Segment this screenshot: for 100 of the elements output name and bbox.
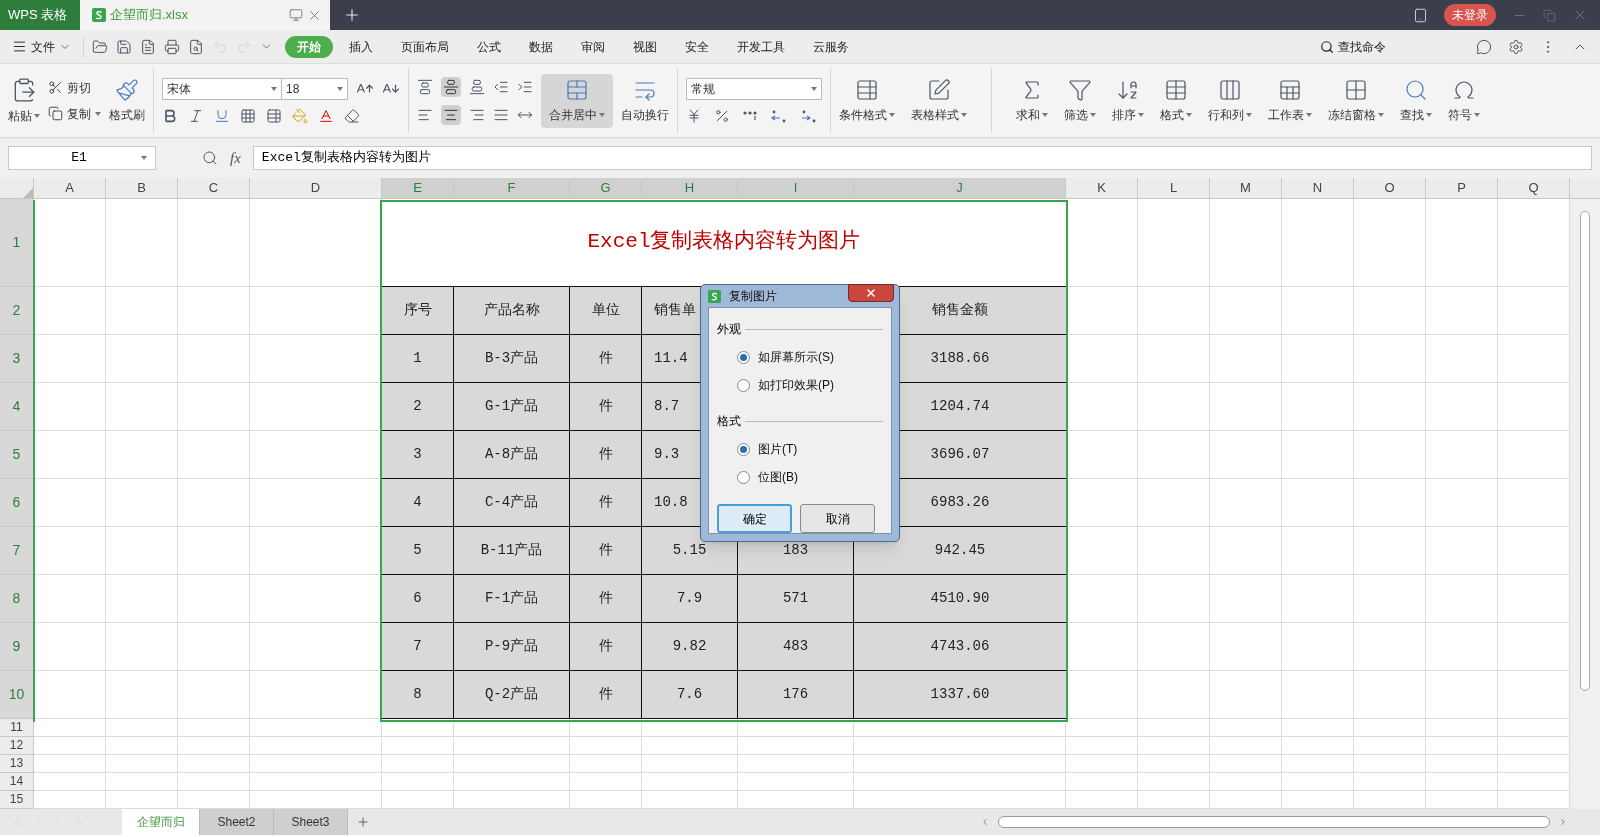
- toolbar-button[interactable]: 表格样式: [911, 77, 967, 124]
- font-color-icon[interactable]: [318, 107, 334, 124]
- align-center-icon[interactable]: [441, 104, 461, 125]
- bold-icon[interactable]: [162, 107, 178, 124]
- column-header[interactable]: A: [65, 178, 74, 198]
- radio-label[interactable]: 位图(B): [758, 468, 798, 486]
- wrap-text-button[interactable]: 自动换行: [621, 77, 669, 124]
- ribbon-tab[interactable]: 数据: [517, 35, 565, 58]
- row-header[interactable]: 1: [12, 231, 21, 253]
- underline-icon[interactable]: [214, 107, 230, 124]
- app-tab[interactable]: WPS 表格: [0, 0, 80, 30]
- login-button[interactable]: 未登录: [1444, 4, 1496, 26]
- file-menu[interactable]: 文件: [12, 37, 79, 56]
- column-header[interactable]: K: [1097, 178, 1106, 198]
- pdf-icon[interactable]: [140, 38, 156, 55]
- row-header[interactable]: 3: [12, 347, 21, 369]
- close-button[interactable]: [848, 284, 894, 302]
- sheet-tab[interactable]: Sheet3: [274, 809, 348, 835]
- paste-button[interactable]: 粘贴: [8, 76, 40, 125]
- radio-label[interactable]: 图片(T): [758, 440, 798, 458]
- toolbar-button[interactable]: 排序: [1112, 77, 1144, 124]
- column-header[interactable]: B: [137, 178, 146, 198]
- font-size-field[interactable]: 18: [282, 77, 348, 100]
- column-header[interactable]: N: [1312, 178, 1323, 198]
- ribbon-tab[interactable]: 开发工具: [725, 35, 797, 58]
- ribbon-tab[interactable]: 安全: [673, 35, 721, 58]
- column-header[interactable]: L: [1169, 178, 1178, 198]
- align-bottom-icon[interactable]: [469, 78, 485, 95]
- ribbon-tab[interactable]: 审阅: [569, 35, 617, 58]
- column-header[interactable]: D: [310, 178, 321, 198]
- monitor-icon[interactable]: [289, 8, 303, 22]
- ribbon-tab[interactable]: 视图: [621, 35, 669, 58]
- toolbar-button[interactable]: 冻结窗格: [1328, 77, 1384, 124]
- toolbar-button[interactable]: 条件格式: [839, 77, 895, 124]
- cell-style-icon[interactable]: [266, 107, 282, 124]
- row-header[interactable]: 4: [12, 395, 21, 417]
- radio-label[interactable]: 如屏幕所示(S): [758, 348, 834, 366]
- scrollbar-thumb[interactable]: [998, 816, 1550, 828]
- column-header[interactable]: Q: [1528, 178, 1539, 198]
- currency-icon[interactable]: [686, 107, 702, 124]
- row-header[interactable]: 2: [12, 299, 21, 321]
- format-painter-button[interactable]: 格式刷: [109, 77, 145, 124]
- print-icon[interactable]: [164, 38, 180, 55]
- row-header[interactable]: 5: [12, 443, 21, 465]
- italic-icon[interactable]: [188, 107, 204, 124]
- settings-icon[interactable]: [1508, 38, 1524, 55]
- cancel-button[interactable]: 取消: [800, 504, 875, 533]
- copy-button[interactable]: 复制: [48, 104, 101, 123]
- row-header[interactable]: 7: [12, 539, 21, 561]
- toolbar-button[interactable]: 查找: [1400, 77, 1432, 124]
- radio-label[interactable]: 如打印效果(P): [758, 376, 834, 394]
- column-header[interactable]: C: [208, 178, 219, 198]
- column-header[interactable]: P: [1457, 178, 1466, 198]
- ribbon-tab[interactable]: 云服务: [801, 35, 861, 58]
- function-label[interactable]: fx: [230, 146, 241, 170]
- align-top-icon[interactable]: [417, 78, 433, 95]
- row-header[interactable]: 6: [12, 491, 21, 513]
- eraser-icon[interactable]: [344, 107, 360, 124]
- vertical-scrollbar[interactable]: [1570, 198, 1600, 809]
- zoom-icon[interactable]: [202, 150, 218, 166]
- radio-button[interactable]: [737, 350, 750, 364]
- scrollbar-thumb[interactable]: [1580, 210, 1590, 691]
- toolbar-button[interactable]: 格式: [1160, 77, 1192, 124]
- ok-button[interactable]: 确定: [717, 504, 792, 533]
- chat-icon[interactable]: [1476, 38, 1492, 55]
- toolbar-button[interactable]: 工作表: [1268, 77, 1312, 124]
- cut-button[interactable]: 剪切: [48, 78, 101, 97]
- toolbar-button[interactable]: 行和列: [1208, 77, 1252, 124]
- print-preview-icon[interactable]: [188, 38, 204, 55]
- row-header[interactable]: 8: [12, 587, 21, 609]
- toolbar-button[interactable]: 求和: [1016, 77, 1048, 124]
- border-icon[interactable]: [240, 107, 256, 124]
- name-box[interactable]: E1: [8, 146, 156, 170]
- number-format-field[interactable]: 常规: [686, 77, 822, 100]
- radio-button[interactable]: [737, 470, 750, 484]
- toolbar-button[interactable]: 筛选: [1064, 77, 1096, 124]
- radio-button[interactable]: [737, 442, 750, 456]
- column-header[interactable]: O: [1384, 178, 1395, 198]
- new-tab-icon[interactable]: [343, 6, 361, 24]
- ribbon-tab[interactable]: 公式: [465, 35, 513, 58]
- search-command[interactable]: 查找命令: [1320, 37, 1386, 56]
- toolbar-button[interactable]: 符号: [1448, 77, 1480, 124]
- ribbon-tab[interactable]: 页面布局: [389, 35, 461, 58]
- column-header[interactable]: M: [1240, 178, 1251, 198]
- fill-color-icon[interactable]: [292, 107, 308, 124]
- merge-center-button[interactable]: 合并居中: [541, 73, 613, 128]
- percent-icon[interactable]: [714, 107, 730, 124]
- formula-field[interactable]: Excel复制表格内容转为图片: [252, 146, 1592, 170]
- sheet-tab[interactable]: Sheet2: [200, 809, 274, 835]
- open-icon[interactable]: [92, 38, 108, 55]
- grid-cell: [1210, 430, 1282, 479]
- tablet-icon[interactable]: [1413, 7, 1428, 23]
- ribbon-tab[interactable]: 插入: [337, 35, 385, 58]
- radio-button[interactable]: [737, 378, 750, 392]
- font-name-field[interactable]: 宋体: [162, 77, 282, 100]
- align-middle-icon[interactable]: [441, 76, 461, 97]
- scroll-right-icon: [1558, 817, 1568, 827]
- save-icon[interactable]: [116, 38, 132, 55]
- row-header[interactable]: 9: [12, 635, 21, 657]
- sheet-tab[interactable]: 企望而归: [122, 809, 200, 835]
